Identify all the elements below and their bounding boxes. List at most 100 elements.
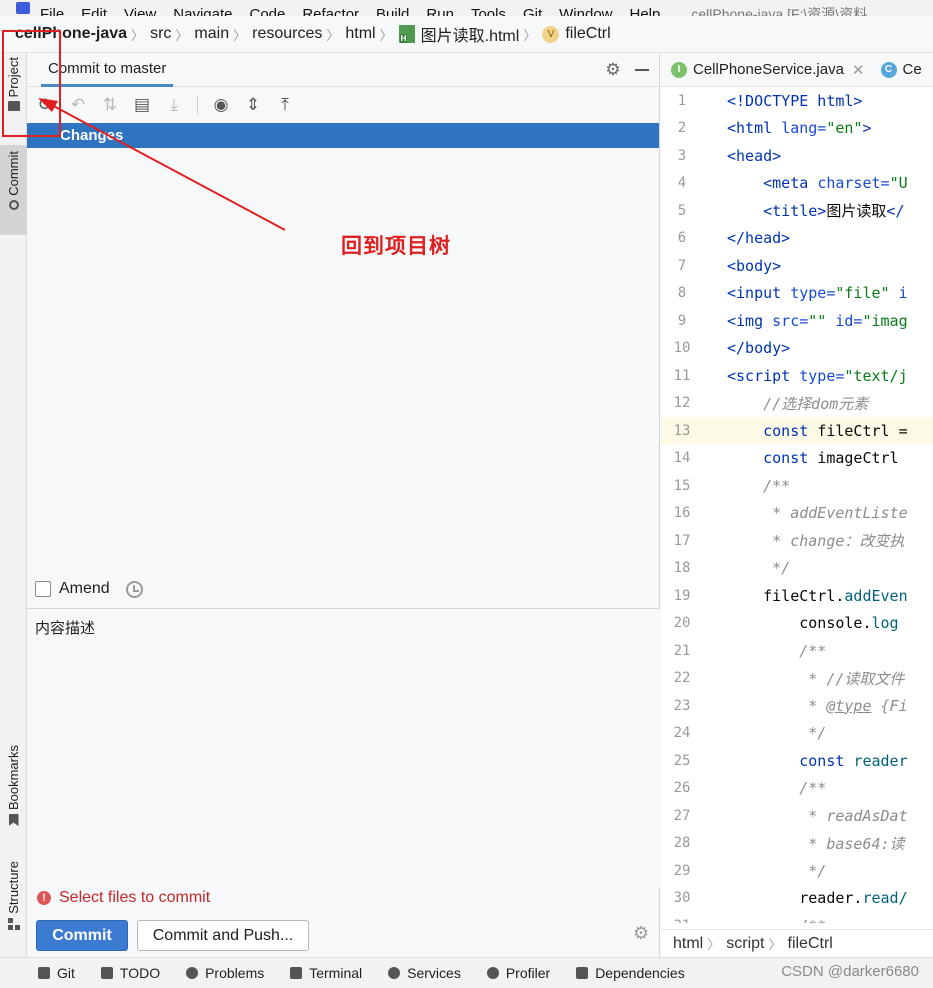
- statusbar-services[interactable]: Services: [388, 965, 461, 981]
- code-line[interactable]: 19 fileCtrl.addEven: [661, 582, 933, 610]
- code-line[interactable]: 11 <script type="text/j: [661, 362, 933, 390]
- menu-code[interactable]: Code: [249, 6, 285, 16]
- code-text: <title>图片读取</: [763, 202, 905, 221]
- window-title: cellPhone-java [F:\资源\资料: [691, 6, 868, 16]
- code-line[interactable]: 3 <head>: [661, 142, 933, 170]
- editor-crumb-filectrl[interactable]: fileCtrl: [788, 935, 833, 953]
- amend-label[interactable]: Amend: [59, 580, 110, 598]
- menu-help[interactable]: Help: [630, 6, 661, 16]
- statusbar-todo[interactable]: TODO: [100, 965, 160, 981]
- menu-run[interactable]: Run: [426, 6, 454, 16]
- breadcrumb-html[interactable]: html: [345, 25, 375, 43]
- code-line[interactable]: 28 * base64:读: [661, 830, 933, 858]
- code-line[interactable]: 23 * @type {Fi: [661, 692, 933, 720]
- editor-breadcrumb: html 〉 script 〉 fileCtrl: [661, 929, 933, 957]
- gear-icon[interactable]: ⚙: [605, 61, 621, 78]
- code-text: const reader: [799, 751, 908, 770]
- shelve-icon[interactable]: ▤: [133, 96, 151, 114]
- commit-and-push-button[interactable]: Commit and Push...: [137, 920, 309, 951]
- code-area[interactable]: 1 <!DOCTYPE html> 2 <html lang="en"> 3 <head>…: [661, 87, 933, 923]
- menu-refactor[interactable]: Refactor: [302, 6, 359, 16]
- line-number: 30: [673, 890, 691, 907]
- tab-second[interactable]: C Ce: [880, 61, 922, 78]
- breadcrumb-src[interactable]: src: [150, 25, 171, 43]
- code-line[interactable]: 25 const reader: [661, 747, 933, 775]
- code-line[interactable]: 10 </body>: [661, 335, 933, 363]
- collapse-all-icon[interactable]: ⤒: [276, 96, 294, 114]
- update-icon[interactable]: ⤓: [165, 96, 183, 114]
- code-line[interactable]: 15 /**: [661, 472, 933, 500]
- code-line[interactable]: 17 * change：改变执: [661, 527, 933, 555]
- changes-list-header[interactable]: Changes: [27, 123, 659, 148]
- editor-crumb-script[interactable]: script: [726, 935, 764, 953]
- commit-tool-button[interactable]: Commit: [0, 145, 27, 235]
- menu-tools[interactable]: Tools: [471, 6, 506, 16]
- bookmarks-tool-button[interactable]: Bookmarks: [0, 745, 27, 841]
- statusbar-profiler[interactable]: Profiler: [486, 965, 550, 981]
- menu-file[interactable]: File: [40, 6, 64, 16]
- line-number: 3: [677, 147, 687, 164]
- commit-button[interactable]: Commit: [36, 920, 128, 951]
- code-line[interactable]: 7 <body>: [661, 252, 933, 280]
- code-line[interactable]: 18 */: [661, 555, 933, 583]
- menu-git[interactable]: Git: [523, 6, 542, 16]
- commit-history-icon[interactable]: [125, 580, 143, 598]
- amend-checkbox[interactable]: [35, 581, 51, 597]
- code-line[interactable]: 27 * readAsDat: [661, 802, 933, 830]
- terminal-icon: [290, 967, 303, 979]
- code-line[interactable]: 4 <meta charset="U: [661, 170, 933, 198]
- code-line[interactable]: 13 const fileCtrl =: [661, 417, 933, 445]
- menu-view[interactable]: View: [124, 6, 156, 16]
- code-line[interactable]: 20 console.log: [661, 610, 933, 638]
- code-line[interactable]: 1 <!DOCTYPE html>: [661, 87, 933, 115]
- code-line[interactable]: 8 <input type="file" i: [661, 280, 933, 308]
- menu-build[interactable]: Build: [376, 6, 409, 16]
- statusbar-dependencies[interactable]: Dependencies: [576, 965, 685, 981]
- code-line[interactable]: 14 const imageCtrl: [661, 445, 933, 473]
- line-number: 10: [673, 340, 691, 357]
- structure-tool-button[interactable]: Structure: [0, 861, 27, 947]
- code-line[interactable]: 9 <img src="" id="imag: [661, 307, 933, 335]
- code-line[interactable]: 2 <html lang="en">: [661, 115, 933, 143]
- menu-navigate[interactable]: Navigate: [173, 6, 232, 16]
- menu-edit[interactable]: Edit: [81, 6, 107, 16]
- code-line[interactable]: 22 * //读取文件: [661, 665, 933, 693]
- git-icon: [38, 967, 50, 979]
- code-line[interactable]: 26 /**: [661, 775, 933, 803]
- code-line[interactable]: 30 reader.read/: [661, 885, 933, 913]
- code-text: </body>: [727, 339, 791, 358]
- statusbar-git[interactable]: Git: [38, 965, 75, 981]
- editor-crumb-html[interactable]: html: [673, 935, 703, 953]
- code-text: <html lang="en">: [727, 119, 872, 138]
- code-line[interactable]: 16 * addEventListe: [661, 500, 933, 528]
- show-diff-icon[interactable]: ⇅: [101, 96, 119, 114]
- hide-panel-icon[interactable]: [635, 69, 649, 71]
- tab-cellphoneservice[interactable]: I CellPhoneService.java ✕: [671, 61, 873, 79]
- left-tool-stripe: Project Commit Bookmarks Structure: [0, 53, 27, 957]
- code-line[interactable]: 5 <title>图片读取</: [661, 197, 933, 225]
- statusbar-terminal[interactable]: Terminal: [290, 965, 362, 981]
- commit-options-gear-icon[interactable]: ⚙: [633, 924, 651, 942]
- code-line[interactable]: 21 /**: [661, 637, 933, 665]
- line-number: 15: [673, 477, 691, 494]
- breadcrumb-symbol[interactable]: fileCtrl: [565, 25, 610, 43]
- code-text: const imageCtrl: [763, 449, 899, 468]
- menu-window[interactable]: Window: [559, 6, 612, 16]
- code-line[interactable]: 29 */: [661, 857, 933, 885]
- expand-all-icon[interactable]: ⇕: [244, 96, 262, 114]
- rollback-icon[interactable]: ↶: [69, 96, 87, 114]
- commit-message-input[interactable]: 内容描述: [27, 608, 660, 888]
- breadcrumb-file[interactable]: 图片读取.html: [421, 22, 520, 46]
- code-line[interactable]: 6 </head>: [661, 225, 933, 253]
- breadcrumb-resources[interactable]: resources: [252, 25, 322, 43]
- code-line[interactable]: 31 /**: [661, 912, 933, 923]
- breadcrumb-main[interactable]: main: [194, 25, 229, 43]
- close-icon[interactable]: ✕: [852, 61, 865, 79]
- dependencies-icon: [576, 967, 589, 979]
- code-line[interactable]: 12 //选择dom元素: [661, 390, 933, 418]
- line-number: 27: [673, 807, 691, 824]
- eye-icon[interactable]: ◉: [212, 96, 230, 114]
- code-line[interactable]: 24 */: [661, 720, 933, 748]
- line-number: 24: [673, 725, 691, 742]
- statusbar-problems[interactable]: Problems: [186, 965, 264, 981]
